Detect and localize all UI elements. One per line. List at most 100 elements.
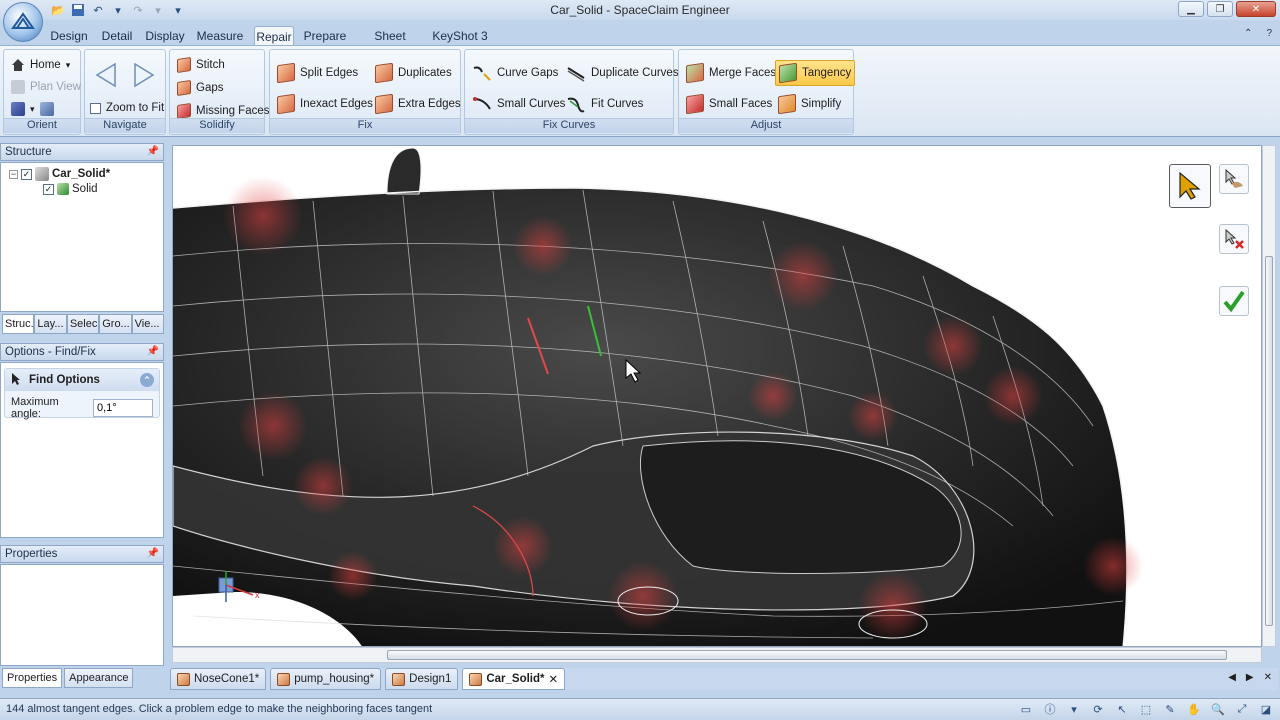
doc-tab-label: NoseCone1* [194, 673, 260, 685]
view-icon[interactable]: ⤢ [1234, 701, 1250, 717]
tab-detail[interactable]: Detail [98, 26, 136, 46]
home-dropdown-icon: ▾ [65, 59, 71, 70]
tab-selection[interactable]: Selec... [66, 314, 100, 334]
small-curves-button[interactable]: Small Curves [469, 93, 568, 115]
axis-triad-icon: x [218, 571, 260, 602]
tab-groups[interactable]: Gro... [99, 314, 132, 334]
status-dropdown-icon[interactable]: ▾ [1066, 701, 1082, 717]
gaps-label: Gaps [196, 82, 224, 94]
design-icon [35, 167, 49, 181]
tab-layers[interactable]: Lay... [34, 314, 67, 334]
tab-prepare[interactable]: Prepare [302, 26, 348, 46]
3d-viewport[interactable]: x [172, 145, 1262, 647]
max-angle-input[interactable] [93, 399, 153, 417]
zoom-to-fit-button[interactable]: Zoom to Fit [87, 97, 167, 119]
complete-button[interactable] [1219, 286, 1249, 316]
root-checkbox[interactable]: ✓ [21, 168, 32, 180]
pin-icon[interactable]: 📌 [147, 146, 159, 157]
split-edges-button[interactable]: Split Edges [274, 62, 361, 84]
tab-properties[interactable]: Properties [2, 668, 63, 688]
tangency-button[interactable]: Tangency [775, 60, 856, 86]
car-model-render[interactable] [173, 146, 1262, 647]
back-arrow-icon[interactable] [91, 60, 121, 90]
minimize-button[interactable]: ▁ [1178, 1, 1204, 17]
simplify-button[interactable]: Simplify [775, 93, 844, 115]
duplicate-curves-button[interactable]: Duplicate Curves [563, 62, 682, 84]
doc-tab-car-solid[interactable]: Car_Solid* ✕ [462, 668, 566, 690]
select-tool-button[interactable] [1169, 164, 1211, 208]
gaps-button[interactable]: Gaps [174, 77, 227, 99]
minimize-ribbon-icon[interactable]: ⌃ [1244, 28, 1252, 39]
tab-sheet-metal[interactable]: Sheet Metal [358, 26, 422, 57]
duplicates-icon [375, 62, 393, 84]
plan-view-button[interactable]: Plan View [8, 76, 84, 98]
help-icon[interactable]: ? [1266, 28, 1272, 39]
document-icon [177, 672, 190, 686]
pointer-icon[interactable]: ↖ [1114, 701, 1130, 717]
forward-arrow-icon[interactable] [129, 60, 159, 90]
tangency-icon [779, 62, 797, 84]
sketch-icon[interactable]: ✎ [1162, 701, 1178, 717]
small-faces-button[interactable]: Small Faces [683, 93, 775, 115]
info-icon[interactable]: ⓘ [1042, 701, 1058, 717]
doc-tab-design1[interactable]: Design1 [385, 668, 459, 690]
home-button[interactable]: Home ▾ [8, 54, 73, 76]
inexact-edges-button[interactable]: Inexact Edges [274, 93, 376, 115]
status-box-icon[interactable]: ▭ [1018, 701, 1034, 717]
checkmark-icon [1223, 290, 1245, 313]
tab-views[interactable]: Vie... [131, 314, 165, 334]
tab-appearance[interactable]: Appearance [64, 668, 134, 688]
tab-list-icon[interactable]: ✕ [1264, 672, 1272, 683]
extra-edges-icon [375, 93, 393, 115]
find-options-header[interactable]: Find Options ⌃ [5, 369, 159, 391]
tab-repair[interactable]: Repair [254, 26, 294, 46]
tab-display[interactable]: Display [144, 26, 186, 46]
pin-icon[interactable]: 📌 [147, 548, 159, 559]
tab-keyshot[interactable]: KeyShot 3 [430, 26, 490, 46]
box-select-icon[interactable]: ⬚ [1138, 701, 1154, 717]
pan-icon[interactable]: ✋ [1186, 701, 1202, 717]
document-icon [277, 672, 291, 686]
duplicates-button[interactable]: Duplicates [372, 62, 455, 84]
maximize-button[interactable]: ❐ [1207, 1, 1233, 17]
collapse-chevron-icon[interactable]: ⌃ [140, 373, 154, 387]
close-tab-icon[interactable]: ✕ [549, 672, 559, 686]
merge-faces-button[interactable]: Merge Faces [683, 62, 779, 84]
solid-checkbox[interactable]: ✓ [43, 183, 54, 195]
application-menu-button[interactable] [3, 2, 43, 42]
collapse-icon[interactable]: − [9, 169, 18, 179]
pin-icon[interactable]: 📌 [147, 346, 159, 357]
vertical-scroll-thumb[interactable] [1265, 256, 1273, 626]
exclude-button[interactable] [1219, 224, 1249, 254]
vertical-scrollbar[interactable] [1262, 145, 1276, 647]
group-fix: Split Edges Duplicates Inexact Edges Ext… [269, 49, 461, 135]
tree-root-row[interactable]: − ✓ Car_Solid* [9, 167, 110, 181]
document-tabs: NoseCone1* pump_housing* Design1 Car_Sol… [170, 668, 1278, 690]
doc-tab-pump-housing[interactable]: pump_housing* [270, 668, 382, 690]
curve-gaps-button[interactable]: Curve Gaps [469, 62, 561, 84]
tab-scroll-right-icon[interactable]: ▶ [1246, 672, 1254, 683]
stitch-button[interactable]: Stitch [174, 54, 228, 76]
extra-edges-button[interactable]: Extra Edges [372, 93, 464, 115]
tab-measure[interactable]: Measure [194, 26, 246, 46]
close-button[interactable]: ✕ [1236, 1, 1276, 17]
doc-tab-nosecone[interactable]: NoseCone1* [170, 668, 267, 690]
zoom-icon[interactable]: 🔍 [1210, 701, 1226, 717]
tab-structure[interactable]: Struc... [2, 314, 35, 334]
doc-tab-label: pump_housing* [294, 673, 375, 685]
tab-scroll-left-icon[interactable]: ◀ [1228, 672, 1236, 683]
gaps-icon [177, 80, 191, 96]
display-style-icon[interactable]: ◪ [1258, 701, 1274, 717]
view-cube-button[interactable]: ▾ [8, 98, 57, 120]
horizontal-scrollbar[interactable] [172, 647, 1262, 663]
spin-icon[interactable]: ⟳ [1090, 701, 1106, 717]
tree-solid-row[interactable]: ✓ Solid [43, 183, 98, 195]
structure-panel-header: Structure 📌 [0, 143, 164, 161]
ribbon: Home ▾ Plan View ▾ Orient Zoom to Fit Na… [0, 45, 1280, 137]
tab-design[interactable]: Design [48, 26, 90, 46]
horizontal-scroll-thumb[interactable] [387, 650, 1227, 660]
select-other-button[interactable] [1219, 164, 1249, 194]
window-controls: ▁ ❐ ✕ [1178, 1, 1276, 17]
duplicate-curves-label: Duplicate Curves [591, 67, 679, 79]
fit-curves-button[interactable]: Fit Curves [563, 93, 646, 115]
